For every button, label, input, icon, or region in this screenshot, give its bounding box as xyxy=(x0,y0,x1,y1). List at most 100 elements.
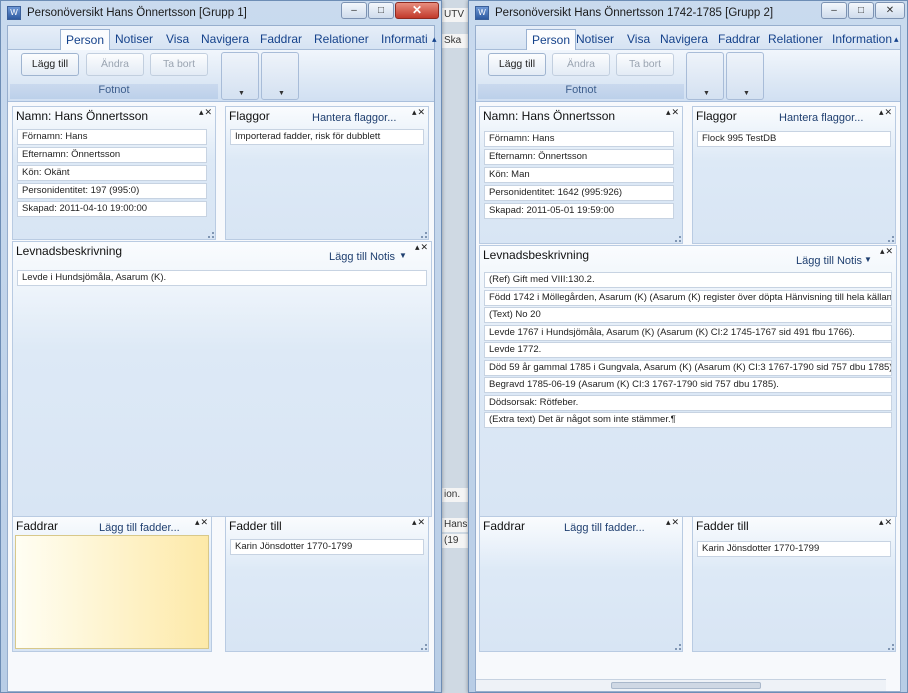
panel-controls[interactable]: ▴✕ xyxy=(412,107,426,118)
biography-note[interactable]: Levde i Hundsjömåla, Asarum (K). xyxy=(17,270,427,286)
resize-grip[interactable] xyxy=(888,644,894,650)
godparent-to-item[interactable]: Karin Jönsdotter 1770-1799 xyxy=(230,539,424,555)
resize-grip[interactable] xyxy=(208,232,214,238)
first-name-field[interactable]: Förnamn: Hans xyxy=(484,131,674,147)
tab-faddrar[interactable]: Faddrar xyxy=(260,29,302,50)
panel-controls[interactable]: ▴✕ xyxy=(195,517,209,528)
tab-navigera[interactable]: Navigera xyxy=(201,29,249,50)
flag-item[interactable]: Importerad fadder, risk för dubblett xyxy=(230,129,424,145)
edit-button[interactable]: Ändra xyxy=(552,53,610,76)
add-godparent-link[interactable]: Lägg till fadder... xyxy=(564,522,645,534)
remove-button[interactable]: Ta bort xyxy=(150,53,208,76)
add-button[interactable]: Lägg till xyxy=(488,53,546,76)
resize-grip[interactable] xyxy=(421,644,427,650)
minimize-button[interactable]: – xyxy=(821,2,847,19)
biography-note[interactable]: Begravd 1785-06-19 (Asarum (K) CI:3 1767… xyxy=(484,377,892,393)
tab-information[interactable]: Informati xyxy=(381,29,428,50)
biography-note[interactable]: Levde 1772. xyxy=(484,342,892,358)
person-overview-window-group-1[interactable]: W Personöversikt Hans Önnertsson [Grupp … xyxy=(0,0,442,693)
manage-flags-link[interactable]: Hantera flaggor... xyxy=(779,112,863,124)
first-name-field[interactable]: Förnamn: Hans xyxy=(17,129,207,145)
window-titlebar[interactable]: W Personöversikt Hans Önnertsson [Grupp … xyxy=(1,1,441,25)
close-button[interactable]: ✕ xyxy=(395,2,439,19)
chevron-down-icon: ▼ xyxy=(238,90,245,97)
biography-note[interactable]: Levde 1767 i Hundsjömåla, Asarum (K) (As… xyxy=(484,324,892,341)
last-name-field[interactable]: Efternamn: Önnertsson xyxy=(484,149,674,165)
ribbon-dropdown-button[interactable]: ▼ xyxy=(726,52,764,100)
ribbon-tabs: Person Notiser Visa Navigera Faddrar Rel… xyxy=(8,26,437,50)
biography-note[interactable]: Född 1742 i Möllegården, Asarum (K) (Asa… xyxy=(484,289,892,306)
flags-panel: Flaggor Hantera flaggor... ▴✕ Importerad… xyxy=(225,106,429,240)
scrollbar-thumb[interactable] xyxy=(611,682,761,689)
minimize-button[interactable]: – xyxy=(341,2,367,19)
tab-notiser[interactable]: Notiser xyxy=(115,29,153,50)
add-godparent-link[interactable]: Lägg till fadder... xyxy=(99,522,180,534)
biography-panel-title: Levnadsbeskrivning xyxy=(483,248,590,262)
biography-note[interactable]: Död 59 år gammal 1785 i Gungvala, Asarum… xyxy=(484,359,892,376)
ribbon-tabs: Person Notiser Visa Navigera Faddrar Rel… xyxy=(476,26,900,50)
tab-navigera[interactable]: Navigera xyxy=(660,29,708,50)
tab-relationer[interactable]: Relationer xyxy=(768,29,823,50)
ribbon-expand-icon[interactable]: ▴ xyxy=(894,29,899,50)
ribbon-body: Lägg till Ändra Ta bort Fotnot ▼ ▼ xyxy=(8,50,434,102)
ribbon-dropdown-button[interactable]: ▼ xyxy=(221,52,259,100)
last-name-field[interactable]: Efternamn: Önnertsson xyxy=(17,147,207,163)
add-note-link[interactable]: Lägg till Notis xyxy=(329,251,395,263)
godparents-panel: Faddrar Lägg till fadder... ▴✕ xyxy=(12,516,212,652)
tab-notiser[interactable]: Notiser xyxy=(576,29,614,50)
flag-item[interactable]: Flock 995 TestDB xyxy=(697,131,891,147)
panel-controls[interactable]: ▴✕ xyxy=(879,517,893,528)
panel-controls[interactable]: ▴✕ xyxy=(879,107,893,118)
ribbon-dropdown-button[interactable]: ▼ xyxy=(686,52,724,100)
chevron-down-icon[interactable]: ▼ xyxy=(399,251,407,260)
biography-note[interactable]: (Ref) Gift med VIII:130.2. xyxy=(484,272,892,288)
tab-person[interactable]: Person xyxy=(60,29,111,50)
person-id-field[interactable]: Personidentitet: 197 (995:0) xyxy=(17,183,207,199)
ribbon-body: Lägg till Ändra Ta bort Fotnot ▼ ▼ xyxy=(476,50,900,102)
panel-controls[interactable]: ▴✕ xyxy=(199,107,213,118)
tab-person[interactable]: Person xyxy=(526,29,577,50)
panel-controls[interactable]: ▴✕ xyxy=(412,517,426,528)
remove-button[interactable]: Ta bort xyxy=(616,53,674,76)
tab-faddrar[interactable]: Faddrar xyxy=(718,29,760,50)
maximize-button[interactable]: □ xyxy=(368,2,394,19)
created-field[interactable]: Skapad: 2011-04-10 19:00:00 xyxy=(17,201,207,217)
edit-button[interactable]: Ändra xyxy=(86,53,144,76)
ribbon-expand-icon[interactable]: ▴ xyxy=(432,29,437,50)
biography-note[interactable]: Dödsorsak: Rötfeber. xyxy=(484,394,892,411)
gender-field[interactable]: Kön: Okänt xyxy=(17,165,207,181)
chevron-down-icon[interactable]: ▼ xyxy=(864,255,872,264)
tab-information[interactable]: Information xyxy=(832,29,892,50)
resize-grip[interactable] xyxy=(421,232,427,238)
ribbon-group-label: Fotnot xyxy=(10,84,218,99)
biography-note[interactable]: (Extra text) Det är något som inte stämm… xyxy=(484,412,892,428)
window-caption-buttons: – □ ✕ xyxy=(340,2,439,19)
horizontal-scrollbar[interactable] xyxy=(476,679,886,691)
ribbon-dropdown-button[interactable]: ▼ xyxy=(261,52,299,100)
add-note-link[interactable]: Lägg till Notis xyxy=(796,255,862,267)
tab-visa[interactable]: Visa xyxy=(166,29,189,50)
resize-grip[interactable] xyxy=(675,236,681,242)
panel-controls[interactable]: ▴✕ xyxy=(666,107,680,118)
app-icon: W xyxy=(7,6,21,20)
resize-grip[interactable] xyxy=(675,644,681,650)
panel-controls[interactable]: ▴✕ xyxy=(880,246,894,257)
add-button[interactable]: Lägg till xyxy=(21,53,79,76)
close-button[interactable]: ✕ xyxy=(875,2,905,19)
person-id-field[interactable]: Personidentitet: 1642 (995:926) xyxy=(484,185,674,201)
godparents-list-area[interactable] xyxy=(15,535,209,649)
godparent-to-item[interactable]: Karin Jönsdotter 1770-1799 xyxy=(697,541,891,557)
tab-visa[interactable]: Visa xyxy=(627,29,650,50)
panel-controls[interactable]: ▴✕ xyxy=(415,242,429,253)
biography-note[interactable]: (Text) No 20 xyxy=(484,307,892,323)
maximize-button[interactable]: □ xyxy=(848,2,874,19)
panel-controls[interactable]: ▴✕ xyxy=(666,517,680,528)
manage-flags-link[interactable]: Hantera flaggor... xyxy=(312,112,396,124)
godparent-to-panel: Fadder till ▴✕ Karin Jönsdotter 1770-179… xyxy=(225,516,429,652)
gender-field[interactable]: Kön: Man xyxy=(484,167,674,183)
created-field[interactable]: Skapad: 2011-05-01 19:59:00 xyxy=(484,203,674,219)
tab-relationer[interactable]: Relationer xyxy=(314,29,369,50)
resize-grip[interactable] xyxy=(888,236,894,242)
window-titlebar[interactable]: W Personöversikt Hans Önnertsson 1742-17… xyxy=(469,1,907,25)
person-overview-window-group-2[interactable]: W Personöversikt Hans Önnertsson 1742-17… xyxy=(468,0,908,693)
